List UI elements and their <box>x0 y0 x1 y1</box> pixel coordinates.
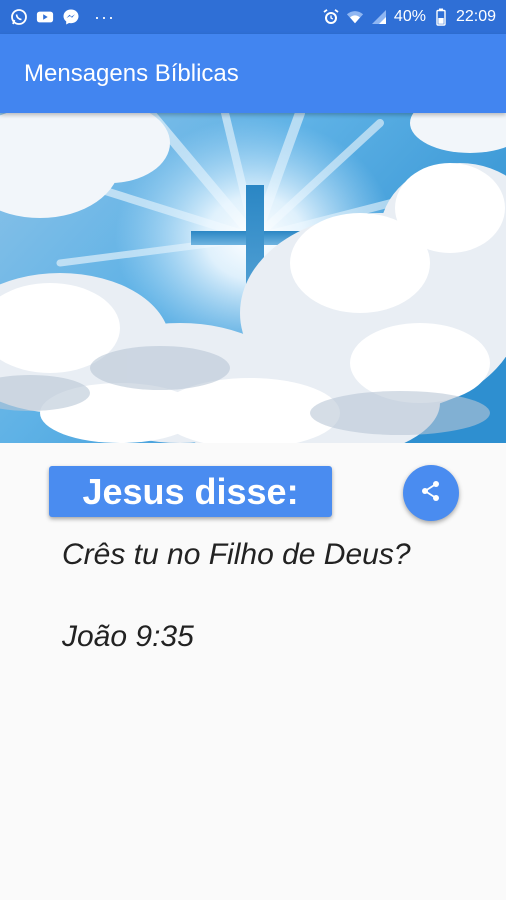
app-bar: Mensagens Bíblicas <box>0 34 506 113</box>
hero-image <box>0 113 506 443</box>
battery-percentage: 40% <box>393 8 426 25</box>
messenger-icon <box>62 8 80 26</box>
battery-icon <box>432 8 450 26</box>
jesus-said-label: Jesus disse: <box>49 466 332 517</box>
app-title: Mensagens Bíblicas <box>24 59 239 87</box>
bible-quote: Crês tu no Filho de Deus? <box>62 538 411 571</box>
more-notifications-indicator: ··· <box>94 6 115 27</box>
whatsapp-icon <box>10 8 28 26</box>
share-icon <box>419 479 443 508</box>
system-indicators: 40% 22:09 <box>322 8 496 26</box>
alarm-icon <box>322 8 340 26</box>
share-button[interactable] <box>403 465 459 521</box>
wifi-icon <box>346 8 364 26</box>
cross-in-clouds-image <box>0 113 506 443</box>
status-bar: ··· 40% 22:09 <box>0 0 506 34</box>
youtube-icon <box>36 8 54 26</box>
bible-reference: João 9:35 <box>62 620 194 653</box>
label-text: Jesus disse: <box>82 470 299 512</box>
clock: 22:09 <box>455 8 496 25</box>
notification-icons: ··· <box>10 7 115 28</box>
signal-icon <box>370 8 388 26</box>
